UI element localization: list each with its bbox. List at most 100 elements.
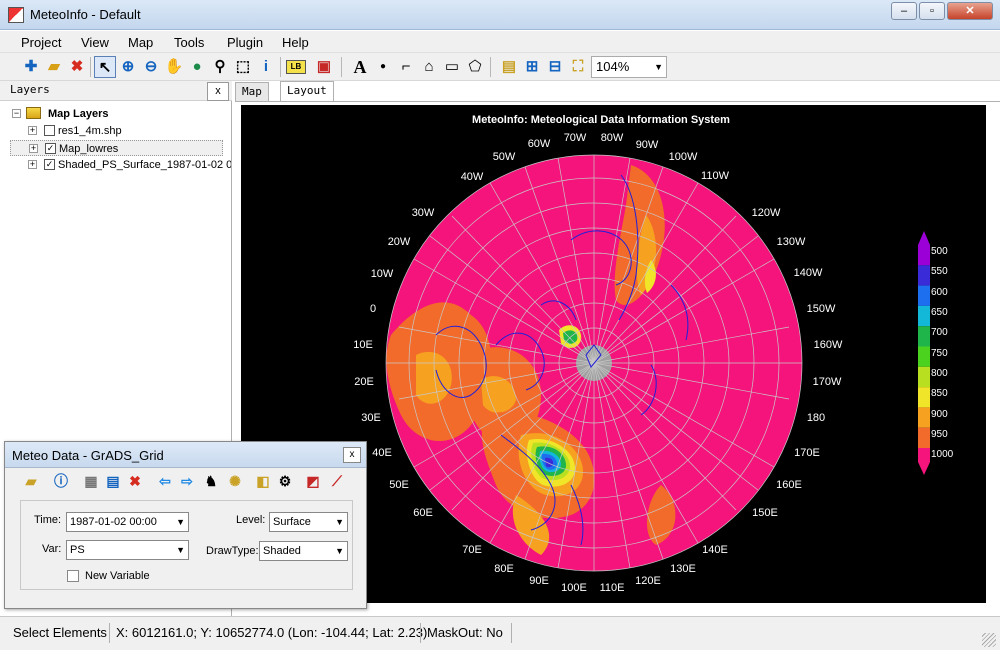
freehand-tool-icon[interactable]: ⬠ xyxy=(464,56,486,78)
new-variable-checkbox[interactable] xyxy=(67,570,79,582)
remove-layer-icon[interactable]: ✖ xyxy=(66,56,88,78)
lon-label: 30E xyxy=(361,412,381,424)
select-pointer-icon[interactable]: ↖ xyxy=(94,56,116,78)
info-icon[interactable]: i xyxy=(255,56,277,78)
save-layout-icon[interactable]: ▣ xyxy=(313,56,335,78)
dialog-title-bar[interactable]: Meteo Data - GrADS_Grid x xyxy=(5,442,366,468)
settings-icon[interactable]: ✺ xyxy=(225,470,245,492)
polyline-tool-icon[interactable]: ⌐ xyxy=(395,56,417,78)
next-time-icon[interactable]: ⇨ xyxy=(177,470,197,492)
view-tabs: Map Layout xyxy=(235,81,1000,102)
colorbar-swatch xyxy=(918,305,930,327)
point-tool-icon[interactable]: ● xyxy=(372,56,394,78)
add-layer-icon[interactable]: ✚ xyxy=(20,56,42,78)
fit-page-icon[interactable]: ⛶ xyxy=(567,56,589,78)
layer-item-selected[interactable]: + ✓ Map_lowres xyxy=(10,140,223,156)
station-data-icon[interactable]: ▦ xyxy=(81,470,101,492)
close-button[interactable]: ✕ xyxy=(947,2,993,20)
colorbar-top-arrow xyxy=(918,231,930,245)
level-select[interactable]: Surface ▼ xyxy=(269,512,348,532)
cross-section-icon[interactable]: ◩ xyxy=(303,470,323,492)
animator-icon[interactable]: ♞ xyxy=(201,470,221,492)
find-icon[interactable]: ⚲ xyxy=(209,56,231,78)
lon-label: 100W xyxy=(669,151,698,163)
variable-select[interactable]: PS ▼ xyxy=(66,540,189,560)
lon-label: 0 xyxy=(370,303,376,315)
collapse-icon[interactable]: − xyxy=(12,109,21,118)
run-icon[interactable]: ⚙ xyxy=(275,470,295,492)
colorbar-swatch xyxy=(918,448,930,462)
layer-item[interactable]: + ✓ Shaded_PS_Surface_1987-01-02 0 xyxy=(28,157,231,173)
lon-label: 30W xyxy=(412,207,435,219)
var-label: Var: xyxy=(42,543,62,555)
layer-checkbox[interactable]: ✓ xyxy=(45,143,56,154)
menu-view[interactable]: View xyxy=(81,35,109,50)
colorbar-swatch xyxy=(918,285,930,306)
colorbar-bottom-arrow xyxy=(918,462,930,475)
level-value: Surface xyxy=(273,516,311,528)
toolbar-separator xyxy=(90,57,91,77)
tree-root[interactable]: − Map Layers xyxy=(12,106,222,122)
zoom-layout-in-icon[interactable]: ⊞ xyxy=(521,56,543,78)
menu-help[interactable]: Help xyxy=(282,35,309,50)
time-select[interactable]: 1987-01-02 00:00 ▼ xyxy=(66,512,189,532)
time-series-icon[interactable]: ⟋ xyxy=(327,470,347,492)
zoom-in-icon[interactable]: ⊕ xyxy=(117,56,139,78)
menu-plugin[interactable]: Plugin xyxy=(227,35,263,50)
tab-layout[interactable]: Layout xyxy=(280,81,334,102)
lon-label: 110W xyxy=(701,170,730,182)
menu-tools[interactable]: Tools xyxy=(174,35,204,50)
tab-map[interactable]: Map xyxy=(235,82,269,101)
rectangle-tool-icon[interactable]: ▭ xyxy=(441,56,463,78)
lon-label: 150E xyxy=(752,507,778,519)
menu-project[interactable]: Project xyxy=(21,35,61,50)
zoom-out-icon[interactable]: ⊖ xyxy=(140,56,162,78)
label-icon[interactable]: LB xyxy=(286,60,306,74)
layers-panel-close-button[interactable]: x xyxy=(207,82,229,101)
drawtype-select[interactable]: Shaded ▼ xyxy=(259,541,348,561)
layer-label: Shaded_PS_Surface_1987-01-02 0 xyxy=(58,159,231,171)
pan-hand-icon[interactable]: ✋ xyxy=(163,56,185,78)
open-data-icon[interactable]: ▰ xyxy=(21,470,41,492)
maximize-button[interactable]: ▫ xyxy=(919,2,945,20)
chevron-down-icon: ▼ xyxy=(176,517,185,527)
zoom-select[interactable]: 104% ▼ xyxy=(591,56,667,78)
colorbar-label: 900 xyxy=(931,409,948,420)
lon-label: 140E xyxy=(702,544,728,556)
lon-label: 180 xyxy=(807,412,825,424)
zoom-extent-icon[interactable]: ⬚ xyxy=(232,56,254,78)
colorbar-label: 750 xyxy=(931,348,948,359)
layer-label: res1_4m.shp xyxy=(58,125,122,137)
toolbar-separator xyxy=(280,57,281,77)
lon-label: 90E xyxy=(529,575,549,587)
lon-label: 130W xyxy=(777,236,806,248)
expand-icon[interactable]: + xyxy=(28,160,37,169)
grid-data-icon[interactable]: ▤ xyxy=(103,470,123,492)
menu-map[interactable]: Map xyxy=(128,35,153,50)
dialog-close-button[interactable]: x xyxy=(343,447,361,463)
lon-label: 170W xyxy=(813,376,842,388)
draw-layer-icon[interactable]: ◧ xyxy=(253,470,273,492)
layer-item[interactable]: + res1_4m.shp xyxy=(28,123,218,139)
colorbar-swatch xyxy=(918,326,930,347)
layer-checkbox[interactable]: ✓ xyxy=(44,159,55,170)
new-variable-label: New Variable xyxy=(85,570,150,582)
remove-data-icon[interactable]: ✖ xyxy=(125,470,145,492)
open-folder-icon[interactable]: ▰ xyxy=(43,56,65,78)
lon-label: 60E xyxy=(413,507,433,519)
globe-icon[interactable]: ● xyxy=(186,56,208,78)
layer-checkbox[interactable] xyxy=(44,125,55,136)
variable-value: PS xyxy=(70,544,85,556)
lon-label: 10E xyxy=(353,339,373,351)
expand-icon[interactable]: + xyxy=(28,126,37,135)
minimize-button[interactable]: – xyxy=(891,2,917,20)
expand-icon[interactable]: + xyxy=(29,144,38,153)
text-tool-icon[interactable]: A xyxy=(349,56,371,78)
data-info-icon[interactable]: ⓘ xyxy=(51,470,71,492)
polygon-tool-icon[interactable]: ⌂ xyxy=(418,56,440,78)
zoom-layout-out-icon[interactable]: ⊟ xyxy=(544,56,566,78)
previous-time-icon[interactable]: ⇦ xyxy=(155,470,175,492)
page-setup-icon[interactable]: ▤ xyxy=(498,56,520,78)
dialog-title: Meteo Data - GrADS_Grid xyxy=(12,448,164,463)
resize-grip[interactable] xyxy=(982,633,996,647)
